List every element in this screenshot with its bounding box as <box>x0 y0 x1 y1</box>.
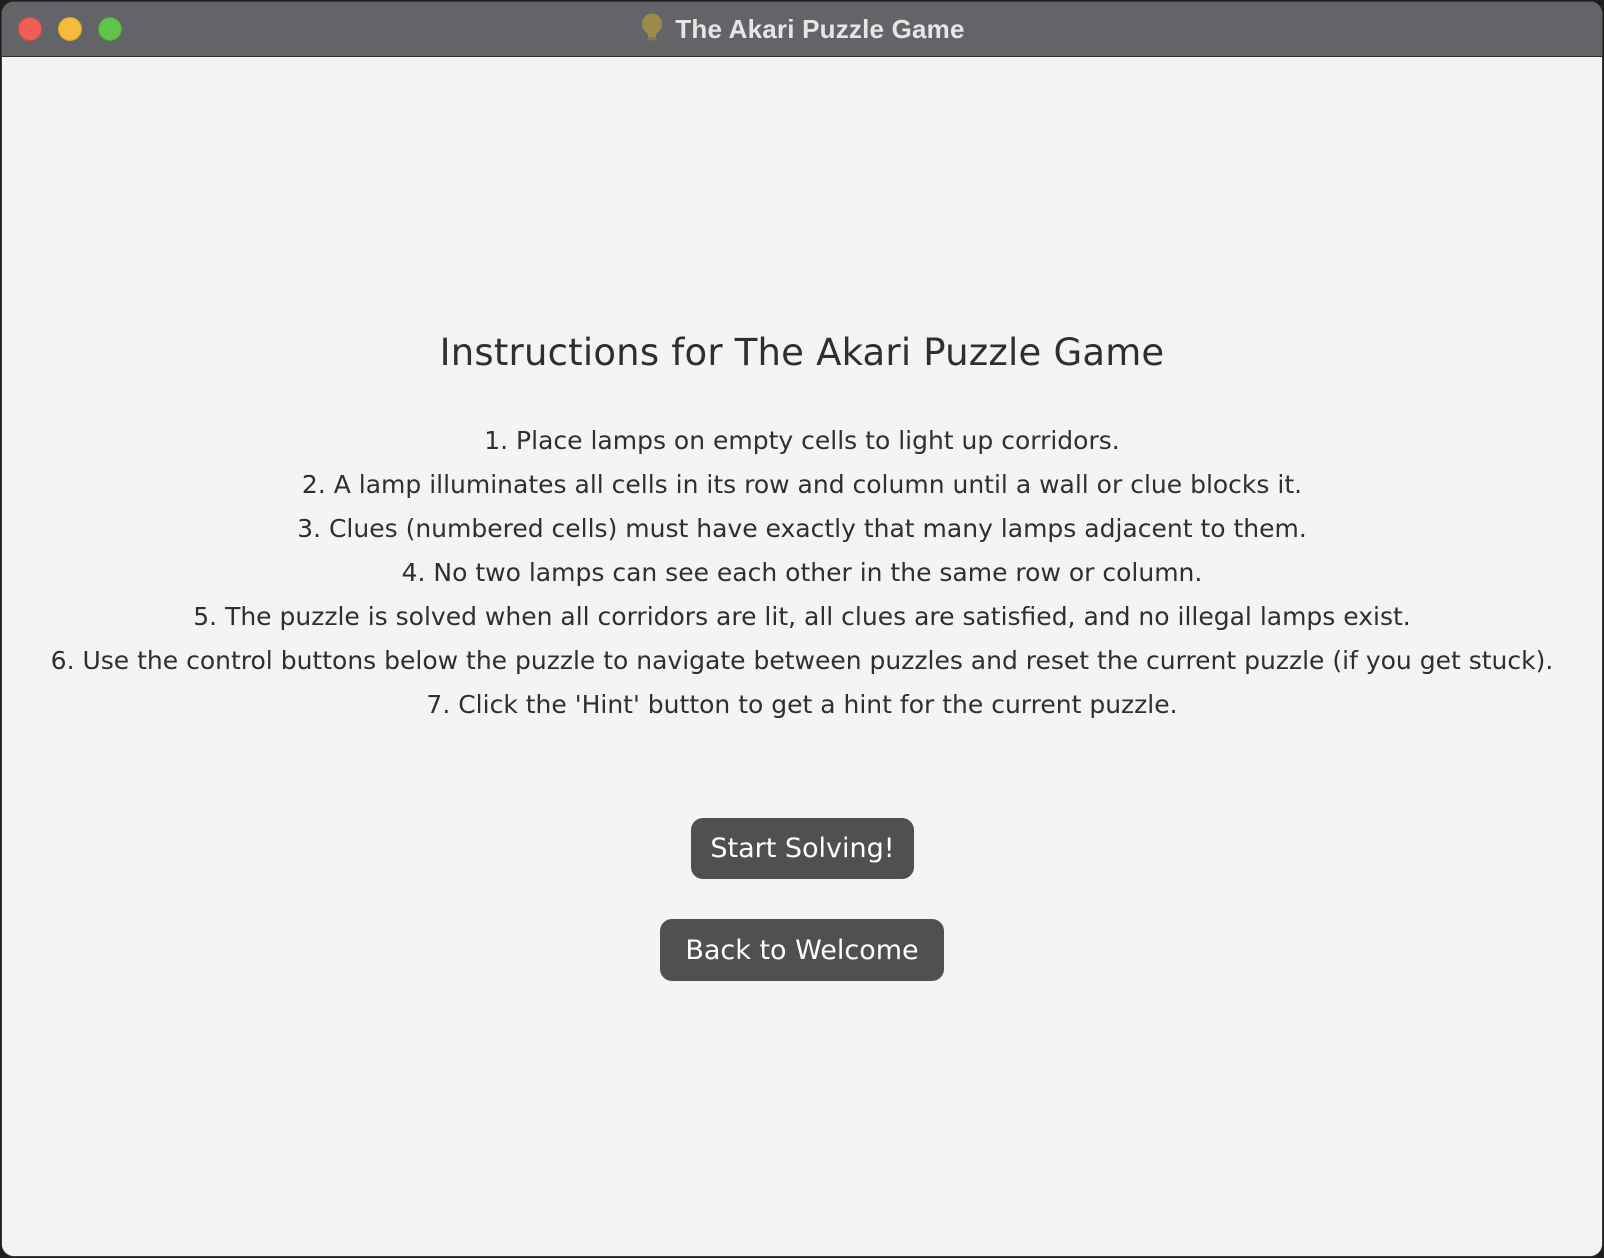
rule-item: 4. No two lamps can see each other in th… <box>401 558 1203 587</box>
start-solving-button[interactable]: Start Solving! <box>691 818 914 879</box>
page-title: Instructions for The Akari Puzzle Game <box>439 331 1165 374</box>
rule-item: 5. The puzzle is solved when all corrido… <box>193 602 1411 631</box>
back-to-welcome-button[interactable]: Back to Welcome <box>660 919 944 981</box>
rule-item: 2. A lamp illuminates all cells in its r… <box>301 470 1303 499</box>
rule-item: 7. Click the 'Hint' button to get a hint… <box>426 690 1178 719</box>
instructions-screen: Instructions for The Akari Puzzle Game 1… <box>2 57 1602 1256</box>
lightbulb-icon <box>639 13 665 45</box>
rule-item: 1. Place lamps on empty cells to light u… <box>484 426 1120 455</box>
window-title-group: The Akari Puzzle Game <box>2 2 1602 56</box>
app-window: The Akari Puzzle Game Instructions for T… <box>2 2 1602 1256</box>
rule-item: 6. Use the control buttons below the puz… <box>50 646 1554 675</box>
rule-item: 3. Clues (numbered cells) must have exac… <box>297 514 1307 543</box>
rules-list: 1. Place lamps on empty cells to light u… <box>42 419 1562 727</box>
title-bar[interactable]: The Akari Puzzle Game <box>2 2 1602 57</box>
window-title: The Akari Puzzle Game <box>675 13 965 44</box>
